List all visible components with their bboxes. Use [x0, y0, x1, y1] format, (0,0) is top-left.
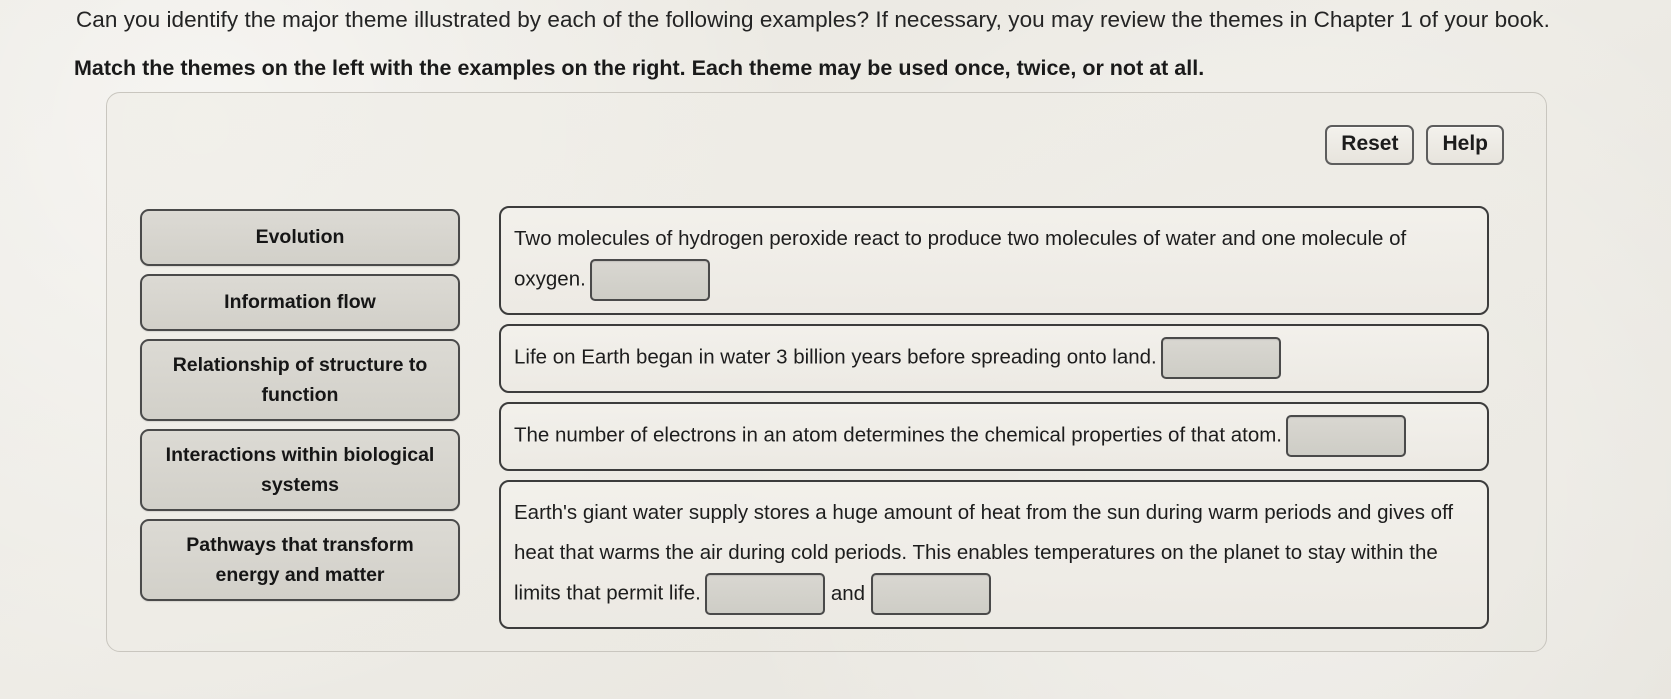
theme-tile-interactions-biological-systems[interactable]: Interactions within biological systems — [140, 429, 460, 511]
prompt-text: Can you identify the major theme illustr… — [76, 7, 1550, 32]
example-card-list: Two molecules of hydrogen peroxide react… — [499, 206, 1489, 629]
activity-columns: Evolution Information flow Relationship … — [107, 93, 1546, 651]
example-card: The number of electrons in an atom deter… — [499, 402, 1489, 471]
example-text: Life on Earth began in water 3 billion y… — [514, 345, 1157, 369]
answer-dropzone[interactable] — [589, 259, 710, 301]
instruction-text: Match the themes on the left with the ex… — [74, 56, 1205, 80]
conjunction-label: and — [830, 582, 866, 605]
example-card: Life on Earth began in water 3 billion y… — [499, 324, 1489, 393]
example-card: Two molecules of hydrogen peroxide react… — [499, 206, 1489, 315]
answer-dropzone-secondary[interactable] — [871, 573, 992, 615]
example-text: The number of electrons in an atom deter… — [514, 423, 1282, 447]
answer-dropzone[interactable] — [1286, 415, 1406, 457]
theme-tile-pathways-energy-matter[interactable]: Pathways that transform energy and matte… — [140, 519, 460, 601]
theme-tile-evolution[interactable]: Evolution — [140, 209, 460, 266]
answer-dropzone[interactable] — [704, 573, 825, 615]
theme-tile-list: Evolution Information flow Relationship … — [140, 209, 460, 601]
theme-tile-structure-function[interactable]: Relationship of structure to function — [140, 339, 460, 421]
example-card: Earth's giant water supply stores a huge… — [499, 480, 1489, 629]
theme-tile-information-flow[interactable]: Information flow — [140, 274, 460, 331]
matching-activity-panel: Reset Help Evolution Information flow Re… — [106, 92, 1547, 652]
answer-dropzone[interactable] — [1160, 337, 1281, 379]
